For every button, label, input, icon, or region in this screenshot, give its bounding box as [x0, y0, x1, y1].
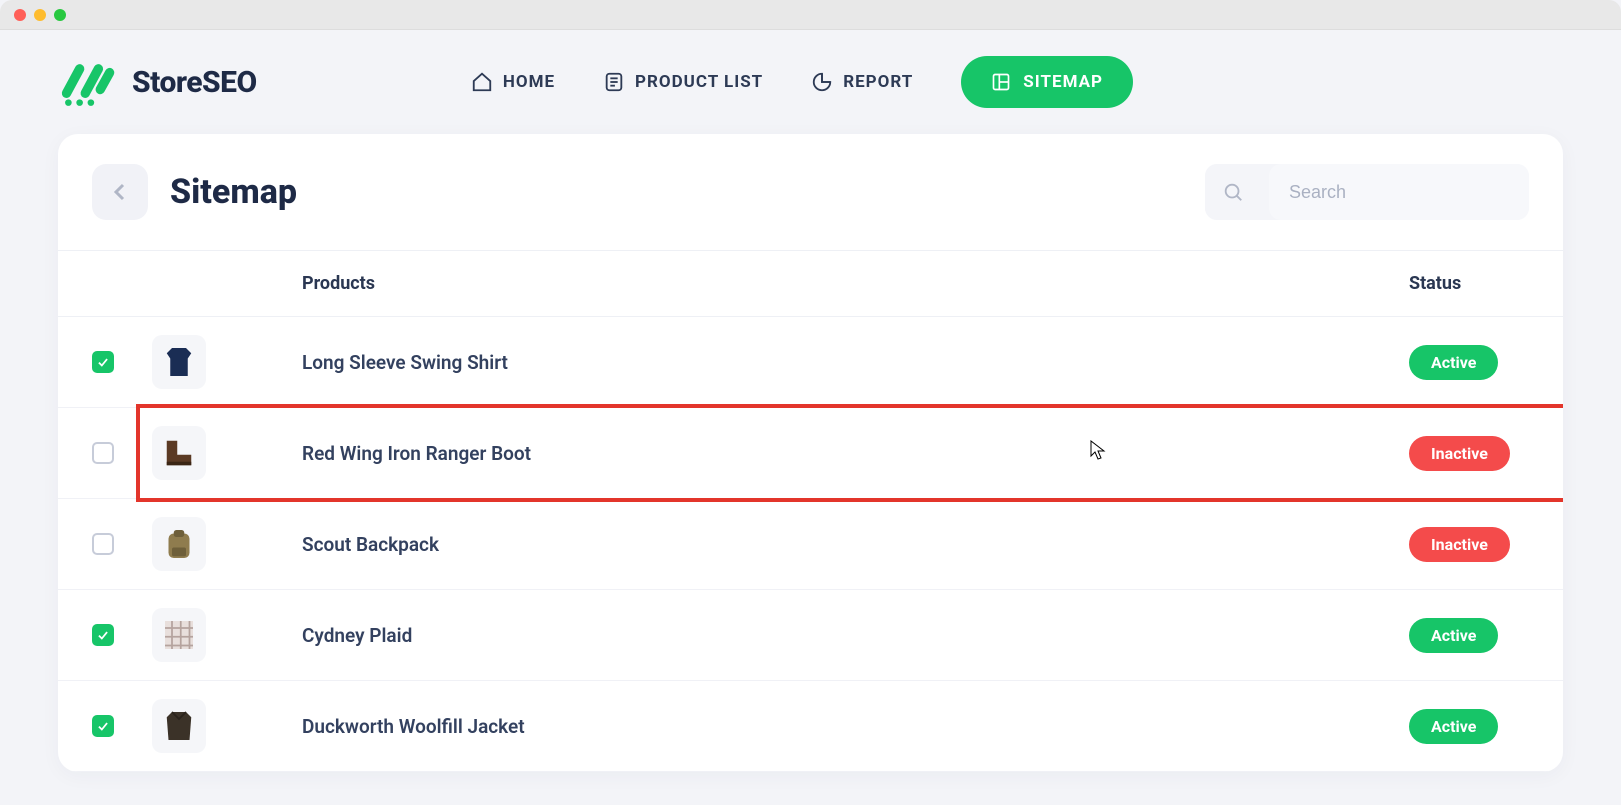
table-row[interactable]: Red Wing Iron Ranger Boot Inactive	[58, 408, 1563, 499]
app-window: StoreSEO HOME PRODUCT LIST	[0, 0, 1621, 805]
primary-nav: HOME PRODUCT LIST REPORT	[471, 56, 1133, 108]
row-checkbox[interactable]	[92, 715, 114, 737]
search-button[interactable]	[1205, 164, 1261, 220]
window-maximize-button[interactable]	[54, 9, 66, 21]
home-icon	[471, 71, 493, 93]
check-icon	[96, 355, 110, 369]
status-badge[interactable]: Active	[1409, 345, 1498, 380]
brand-logo-text: StoreSEO	[132, 65, 257, 100]
search-group	[1205, 164, 1529, 220]
column-header-status: Status	[1409, 273, 1529, 294]
product-thumbnail	[152, 517, 206, 571]
table-row[interactable]: Long Sleeve Swing Shirt Active	[58, 317, 1563, 408]
table-row[interactable]: Scout Backpack Inactive	[58, 499, 1563, 590]
table-header-row: Products Status	[58, 250, 1563, 317]
product-name: Duckworth Woolfill Jacket	[302, 715, 525, 738]
nav-product-list[interactable]: PRODUCT LIST	[603, 71, 763, 93]
product-name: Cydney Plaid	[302, 624, 412, 647]
product-thumbnail	[152, 335, 206, 389]
status-badge[interactable]: Active	[1409, 618, 1498, 653]
nav-home[interactable]: HOME	[471, 71, 555, 93]
chevron-left-icon	[108, 180, 132, 204]
search-icon	[1222, 181, 1244, 203]
table-row[interactable]: Duckworth Woolfill Jacket Active	[58, 681, 1563, 772]
product-name: Long Sleeve Swing Shirt	[302, 351, 508, 374]
row-checkbox[interactable]	[92, 533, 114, 555]
search-input[interactable]	[1269, 164, 1529, 220]
nav-product-list-label: PRODUCT LIST	[635, 72, 763, 92]
product-name: Red Wing Iron Ranger Boot	[302, 442, 531, 465]
nav-sitemap-button[interactable]: SITEMAP	[961, 56, 1133, 108]
table-body: Long Sleeve Swing Shirt Active Red Wing Ir…	[58, 317, 1563, 772]
table-row[interactable]: Cydney Plaid Active	[58, 590, 1563, 681]
card-header: Sitemap	[58, 134, 1563, 250]
nav-sitemap-label: SITEMAP	[1023, 72, 1103, 92]
window-titlebar	[0, 0, 1621, 30]
brand-logo-mark-icon	[58, 52, 120, 112]
row-checkbox[interactable]	[92, 351, 114, 373]
nav-report-label: REPORT	[843, 72, 913, 92]
product-thumbnail	[152, 699, 206, 753]
top-navbar: StoreSEO HOME PRODUCT LIST	[0, 30, 1621, 134]
window-minimize-button[interactable]	[34, 9, 46, 21]
content-card: Sitemap Products Status Long Sleeve Swin…	[58, 134, 1563, 772]
product-thumbnail	[152, 608, 206, 662]
back-button[interactable]	[92, 164, 148, 220]
check-icon	[96, 628, 110, 642]
brand-logo[interactable]: StoreSEO	[58, 52, 257, 112]
product-name: Scout Backpack	[302, 533, 439, 556]
nav-report[interactable]: REPORT	[811, 71, 913, 93]
window-close-button[interactable]	[14, 9, 26, 21]
page-title: Sitemap	[170, 172, 297, 212]
nav-home-label: HOME	[503, 72, 555, 92]
document-list-icon	[603, 71, 625, 93]
row-checkbox[interactable]	[92, 442, 114, 464]
row-checkbox[interactable]	[92, 624, 114, 646]
column-header-products: Products	[302, 273, 1409, 294]
status-badge[interactable]: Active	[1409, 709, 1498, 744]
check-icon	[96, 719, 110, 733]
status-badge[interactable]: Inactive	[1409, 527, 1510, 562]
layout-grid-icon	[991, 72, 1011, 92]
pie-chart-icon	[811, 71, 833, 93]
status-badge[interactable]: Inactive	[1409, 436, 1510, 471]
product-thumbnail	[152, 426, 206, 480]
